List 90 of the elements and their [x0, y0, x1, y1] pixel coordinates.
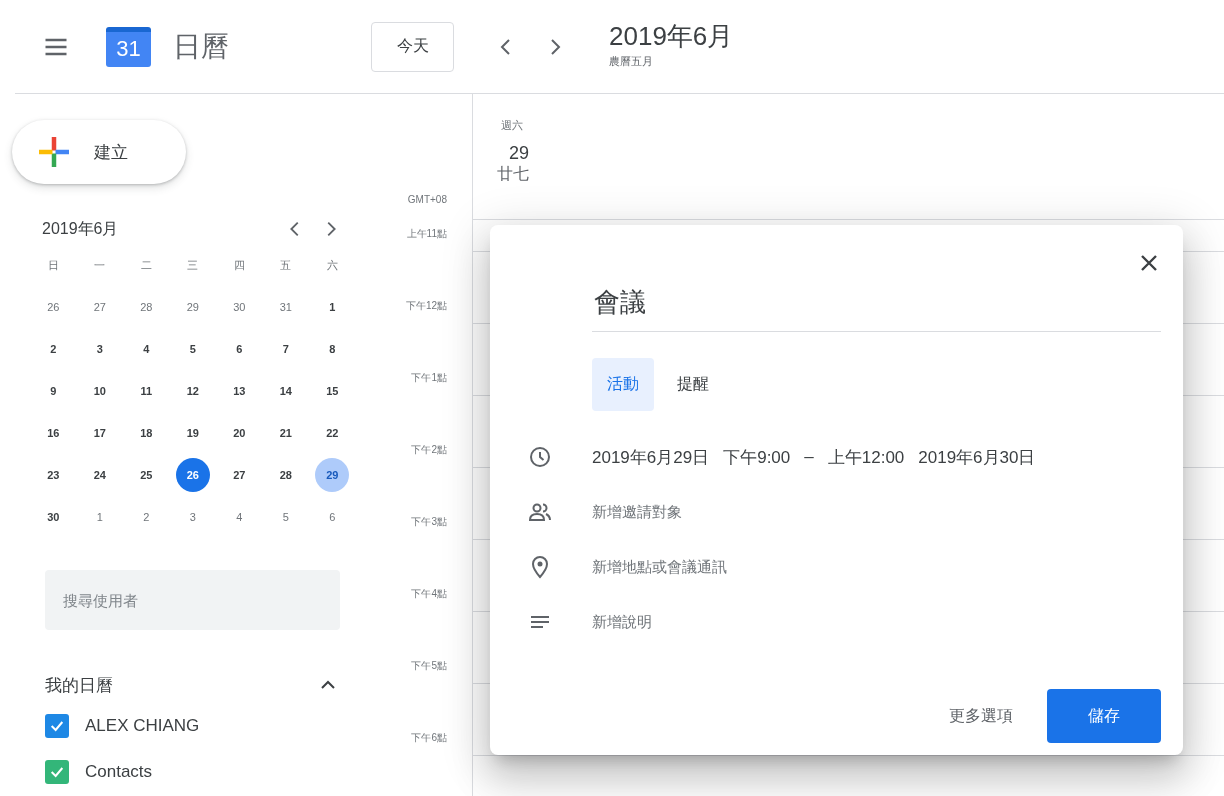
calendar-name: ALEX CHIANG [85, 716, 200, 736]
app-title: 日曆 [173, 29, 229, 64]
date-button[interactable]: 22 [315, 416, 350, 450]
date-button[interactable]: 26 [36, 290, 71, 324]
date-button[interactable]: 9 [36, 374, 71, 408]
date-button[interactable]: 30 [222, 290, 257, 324]
date-button[interactable]: 27 [82, 290, 117, 324]
weekday-label: 週六 [501, 118, 523, 133]
checkbox[interactable] [45, 760, 69, 784]
date-button[interactable]: 31 [268, 290, 303, 324]
date-button[interactable]: 27 [222, 458, 257, 492]
weekday-label: 三 [187, 257, 199, 273]
date-field[interactable]: 2019年6月29日 [592, 445, 710, 469]
date-button[interactable]: 4 [222, 500, 257, 534]
description-field[interactable]: 新增說明 [592, 612, 652, 632]
date-button[interactable]: 8 [315, 332, 350, 366]
tab[interactable]: 活動 [592, 358, 654, 411]
date-button[interactable]: 14 [268, 374, 303, 408]
location-field[interactable]: 新增地點或會議通訊 [592, 557, 727, 577]
date-button[interactable]: 12 [175, 374, 210, 408]
date-button[interactable]: 1 [82, 500, 117, 534]
date-button[interactable]: 5 [268, 500, 303, 534]
date-button[interactable]: 30 [36, 500, 71, 534]
date-button[interactable]: 6 [315, 500, 350, 534]
calendar-logo: 31 [106, 26, 151, 67]
date-button[interactable]: 1 [315, 290, 350, 324]
weekday-label: 日 [47, 257, 59, 273]
hour-label: 下午1點 [411, 371, 447, 385]
date-button[interactable]: 23 [36, 458, 71, 492]
weekday-label: 二 [140, 257, 152, 273]
date-button[interactable]: 15 [315, 374, 350, 408]
check-icon [49, 718, 65, 734]
calendar-name: Contacts [85, 762, 153, 782]
date-button[interactable]: 28 [268, 458, 303, 492]
hour-label: 下午4點 [411, 587, 447, 601]
save-button[interactable]: 儲存 [1047, 689, 1161, 743]
date-button[interactable]: 18 [129, 416, 164, 450]
date-button[interactable]: 3 [175, 500, 210, 534]
time-field[interactable]: 下午9:00 [723, 445, 791, 469]
date-button[interactable]: 19 [175, 416, 210, 450]
mini-calendar-title: 2019年6月 [42, 218, 120, 239]
lunar-month: 農曆五月 [609, 53, 654, 69]
date-button[interactable]: 25 [129, 458, 164, 492]
date-field[interactable]: 2019年6月30日 [918, 445, 1036, 469]
more-options-button[interactable]: 更多選項 [941, 697, 1021, 735]
date-button[interactable]: 4 [129, 332, 164, 366]
date-button[interactable]: 17 [82, 416, 117, 450]
plus-icon [36, 134, 72, 170]
clock-icon [528, 445, 552, 469]
date-button[interactable]: 2 [36, 332, 71, 366]
date-button[interactable]: 11 [129, 374, 164, 408]
weekday-label: 四 [233, 257, 245, 273]
hour-label: 下午3點 [411, 515, 447, 529]
tab[interactable]: 提醒 [662, 358, 724, 411]
day-number[interactable]: 29 [501, 143, 537, 164]
hour-label: 下午2點 [411, 443, 447, 457]
lunar-date: 廿七 [496, 164, 530, 184]
hour-label: 上午11點 [406, 227, 447, 241]
date-button[interactable]: 10 [82, 374, 117, 408]
guests-field[interactable]: 新增邀請對象 [592, 502, 682, 522]
date-button[interactable]: 16 [36, 416, 71, 450]
date-button[interactable]: 6 [222, 332, 257, 366]
weekday-label: 一 [94, 257, 106, 273]
search-field[interactable]: 搜尋使用者 [45, 570, 340, 630]
date-button[interactable]: 28 [129, 290, 164, 324]
weekday-label: 六 [326, 257, 338, 273]
date-button[interactable]: 20 [222, 416, 257, 450]
time-separator: – [804, 447, 814, 467]
date-button[interactable]: 24 [82, 458, 117, 492]
hour-label: 下午12點 [405, 299, 447, 313]
today-button[interactable]: 今天 [371, 21, 454, 72]
time-field[interactable]: 上午12:00 [827, 445, 905, 469]
date-button[interactable]: 29 [315, 458, 350, 492]
month-title: 2019年6月 [609, 19, 734, 53]
timezone-label: GMT+08 [407, 194, 447, 205]
section-title: 我的日曆 [45, 674, 114, 697]
weekday-label: 五 [280, 257, 292, 273]
date-button[interactable]: 21 [268, 416, 303, 450]
date-button[interactable]: 13 [222, 374, 257, 408]
hour-label: 下午5點 [411, 659, 447, 673]
date-button[interactable]: 3 [82, 332, 117, 366]
date-button[interactable]: 7 [268, 332, 303, 366]
date-button[interactable]: 29 [175, 290, 210, 324]
date-button[interactable]: 26 [175, 458, 210, 492]
date-button[interactable]: 5 [175, 332, 210, 366]
hour-label: 下午6點 [411, 731, 447, 745]
check-icon [49, 764, 65, 780]
checkbox[interactable] [45, 714, 69, 738]
create-button[interactable]: 建立 [12, 120, 186, 184]
date-button[interactable]: 2 [129, 500, 164, 534]
